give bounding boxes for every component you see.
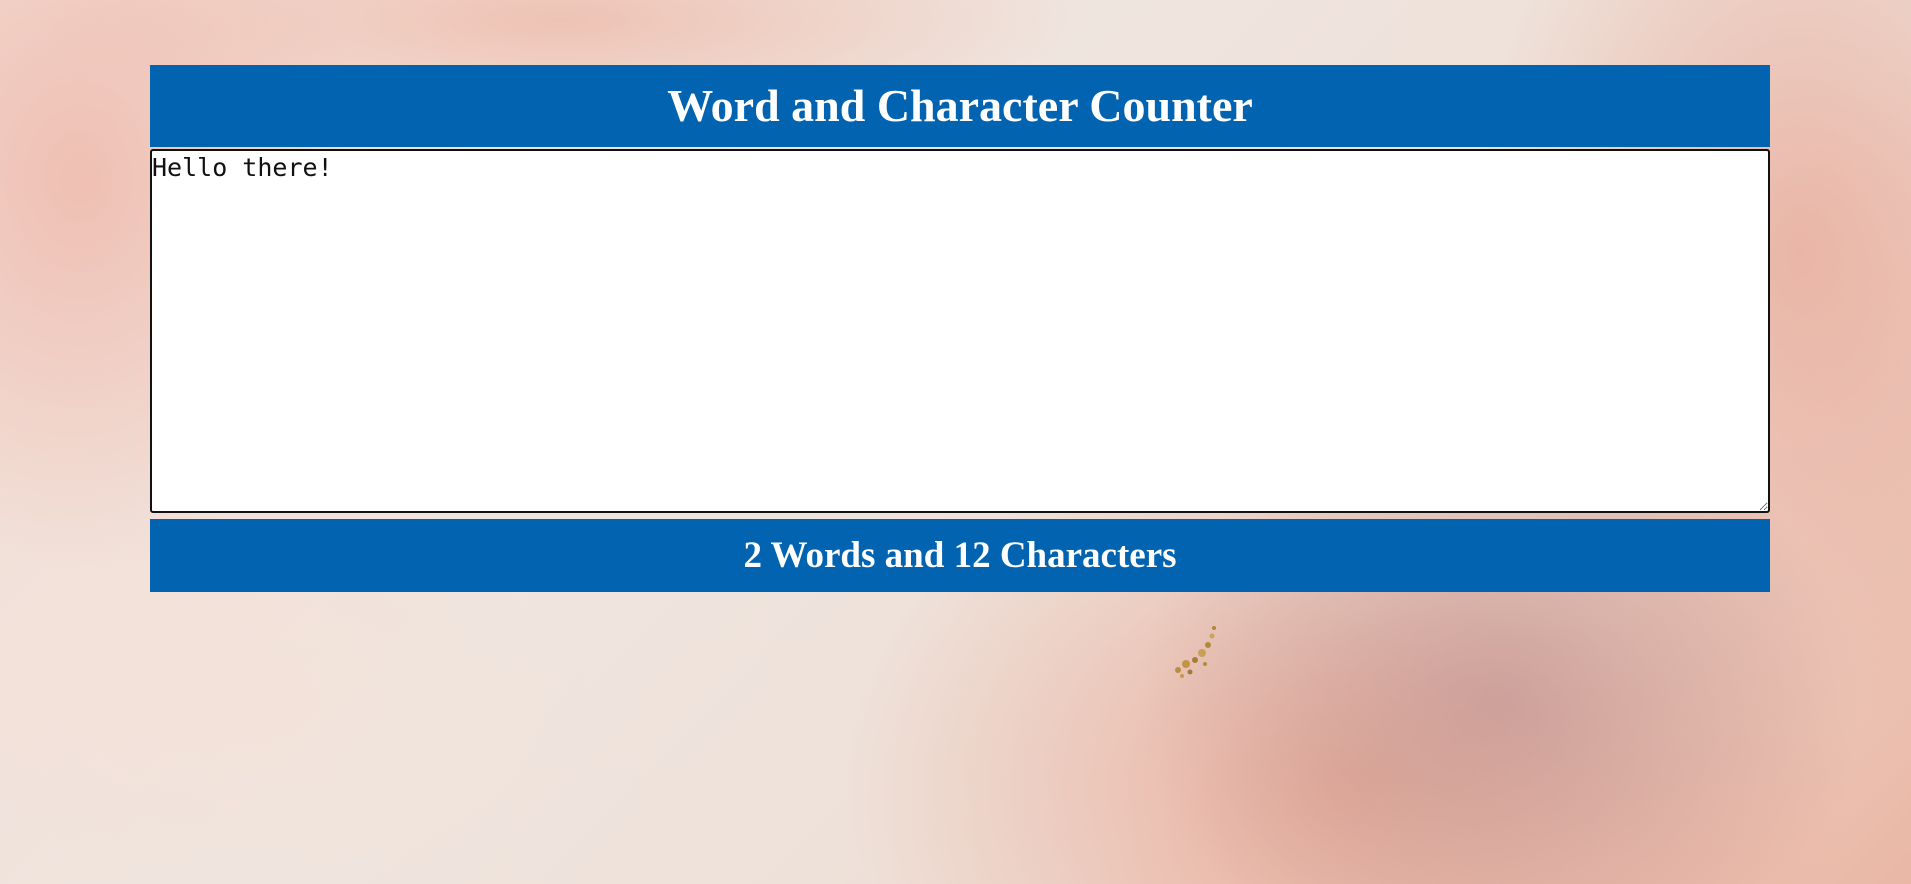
result-connector: and [884,535,945,576]
page-title: Word and Character Counter [667,80,1253,131]
text-input-area[interactable]: Hello there! [150,149,1770,513]
word-count-label: Words [770,535,876,576]
character-count-label: Characters [999,535,1177,576]
word-count: 2 [743,535,762,576]
character-count: 12 [953,535,991,576]
result-banner: 2 Words and 12 Characters [150,519,1770,592]
header-banner: Word and Character Counter [150,65,1770,147]
count-result: 2 Words and 12 Characters [743,537,1176,574]
counter-app: Word and Character Counter Hello there! … [150,65,1770,592]
gold-fleck-decoration [1175,626,1216,678]
